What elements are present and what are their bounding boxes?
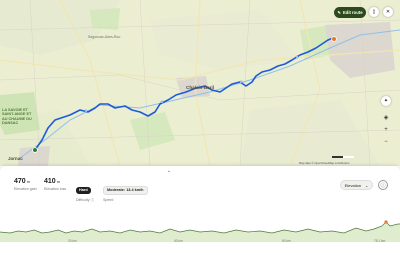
layers-icon: ◈ [383, 114, 389, 121]
bookmark-button[interactable]: ▯ [369, 7, 379, 17]
speed-stat: Moderate: 13.4 km/h Speed [103, 178, 148, 202]
profile-end-marker [384, 220, 388, 224]
map-view[interactable]: Segonzac-Aires-Rou Chalais-Baril LA SAVO… [0, 0, 400, 166]
map-place-label: Jarnac [8, 156, 23, 161]
zoom-controls: ◈ + − [381, 112, 391, 147]
zoom-in-button[interactable]: + [381, 125, 391, 135]
speed-label: Speed [103, 198, 114, 202]
elevation-gain-value: 470 [14, 178, 26, 185]
edit-route-button[interactable]: ✎ Edit route [334, 7, 366, 18]
zoom-out-button[interactable]: − [381, 137, 391, 147]
x-tick-label: 60 km [282, 239, 291, 243]
route-details-sheet: ⌄ 470m Elevation gain 410m Elevation los… [0, 166, 400, 255]
x-tick-label: 75.1 km [374, 239, 386, 243]
info-icon: ⓘ [380, 182, 386, 189]
layers-button[interactable]: ◈ [381, 112, 391, 122]
map-base [0, 0, 400, 166]
sheet-collapse-button[interactable]: ⌄ [163, 168, 175, 174]
elevation-loss-label: Elevation loss [44, 187, 67, 191]
elevation-loss-unit: m [56, 180, 60, 184]
chevron-down-icon: ⌄ [166, 168, 172, 174]
elevation-gain-unit: m [26, 180, 30, 184]
x-tick-label: 20 km [68, 239, 77, 243]
pencil-icon: ✎ [337, 10, 341, 15]
chevron-down-icon: ⌄ [365, 182, 369, 188]
profile-type-label: Elevation [344, 182, 362, 188]
elevation-gain-stat: 470m Elevation gain [14, 178, 37, 191]
start-marker [32, 147, 38, 153]
profile-type-select[interactable]: Elevation ⌄ [340, 180, 373, 190]
map-attribution: Map data © OpenStreetMap contributors [299, 161, 350, 165]
difficulty-stat: Hard Difficulty ⓘ [76, 178, 94, 203]
difficulty-badge: Hard [76, 186, 91, 194]
elevation-loss-value: 410 [44, 178, 56, 185]
map-place-label: Chalais-Baril [186, 85, 215, 90]
map-place-label: Segonzac-Aires-Rou [88, 35, 121, 39]
map-scale-bar [332, 156, 354, 158]
elevation-gain-label: Elevation gain [14, 187, 37, 191]
end-marker [331, 36, 337, 42]
speed-badge: Moderate: 13.4 km/h [103, 185, 148, 195]
close-icon: ✕ [385, 9, 391, 15]
elevation-profile-chart[interactable] [0, 206, 400, 242]
compass-button[interactable]: ✦ [381, 96, 391, 106]
edit-route-label: Edit route [342, 10, 363, 15]
close-button[interactable]: ✕ [383, 7, 393, 17]
info-button[interactable]: ⓘ [378, 180, 388, 190]
x-tick-label: 40 km [174, 239, 183, 243]
elevation-loss-stat: 410m Elevation loss [44, 178, 66, 191]
map-area-label: LA SAVOIE ET SAINT-ANGE ET AU CHAUME DU … [2, 108, 32, 126]
compass-icon: ✦ [383, 98, 389, 104]
difficulty-label[interactable]: Difficulty ⓘ [76, 198, 94, 203]
bookmark-icon: ▯ [372, 9, 376, 15]
